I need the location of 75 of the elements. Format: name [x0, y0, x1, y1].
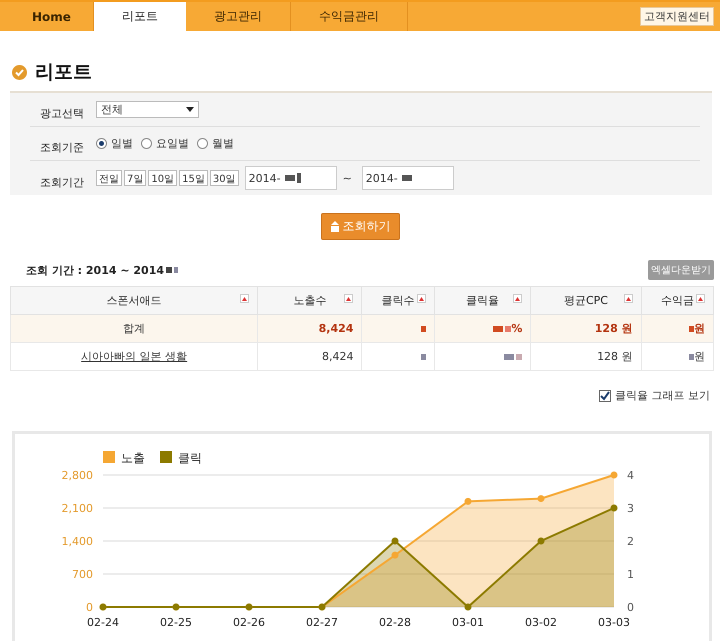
table-cell: 합계 [10, 314, 258, 342]
y-axis-label: 0 [86, 601, 93, 614]
radio-option[interactable]: 요일별 [141, 136, 189, 151]
date-field[interactable]: 2014- [244, 166, 337, 190]
upload-icon [330, 221, 340, 232]
data-point [610, 472, 618, 478]
ad-link[interactable]: 시아아빠의 일본 생활 [81, 350, 188, 363]
legend-label: 클릭 [178, 451, 202, 465]
sort-icon[interactable] [696, 294, 705, 303]
table-cell: 원 [641, 342, 714, 370]
ad-select[interactable]: 전체 [96, 101, 199, 118]
y-axis-label: 0 [627, 601, 634, 614]
date-field[interactable]: 2014- [362, 166, 454, 190]
check-icon [12, 64, 27, 80]
data-point [464, 604, 472, 610]
page-title: 리포트 [35, 60, 92, 85]
x-axis-label: 03-03 [598, 616, 630, 629]
x-axis-label: 03-02 [525, 616, 557, 629]
sort-icon[interactable] [240, 294, 250, 303]
table-cell: % [434, 314, 531, 342]
nav-tab[interactable]: 수익금관리 [290, 2, 408, 31]
table-cell: 128 원 [530, 314, 642, 342]
data-point [464, 498, 472, 505]
data-point [538, 538, 544, 544]
y-axis-label: 2,100 [62, 502, 93, 515]
table-cell: 8,424 [258, 314, 362, 342]
checkbox[interactable] [599, 390, 611, 402]
data-point [610, 504, 618, 512]
column-header[interactable]: 클릭율 [434, 286, 531, 314]
column-header[interactable]: 노출수 [258, 286, 362, 314]
period-preset-button[interactable]: 전일 [96, 170, 122, 186]
nav-tab[interactable]: 리포트 [94, 2, 186, 31]
sort-icon[interactable] [344, 294, 354, 303]
y-axis-label: 1 [627, 568, 634, 581]
x-axis-label: 02-26 [233, 616, 265, 629]
table-cell: 원 [641, 314, 714, 342]
y-axis-label: 2 [627, 535, 634, 548]
period-preset-button[interactable]: 7일 [124, 170, 146, 186]
data-point [538, 495, 544, 502]
x-axis-label: 02-27 [306, 616, 338, 629]
column-header[interactable]: 평균CPC [530, 286, 642, 314]
y-axis-label: 700 [72, 568, 93, 581]
checkbox-label: 클릭율 그래프 보기 [615, 388, 710, 403]
range-separator: ~ [342, 172, 352, 184]
x-axis-label: 02-24 [87, 616, 119, 629]
x-axis-label: 03-01 [452, 616, 484, 629]
radio-option[interactable]: 일별 [96, 136, 133, 151]
nav-tab[interactable]: 광고관리 [186, 2, 291, 31]
period-preset-button[interactable]: 15일 [179, 170, 208, 186]
y-axis-label: 1,400 [62, 535, 93, 548]
period-summary: 조회 기간 : 2014 ~ 2014 [26, 262, 164, 278]
period-preset-button[interactable]: 10일 [148, 170, 178, 186]
y-axis-label: 3 [627, 502, 634, 515]
field-label: 광고선택 [39, 106, 85, 121]
legend-label: 노출 [121, 451, 145, 465]
support-button[interactable]: 고객지원센터 [640, 7, 714, 26]
y-axis-label: 4 [627, 469, 634, 482]
x-axis-label: 02-25 [160, 616, 192, 629]
column-header[interactable]: 클릭수 [362, 286, 434, 314]
sort-icon[interactable] [624, 294, 633, 303]
radio-option[interactable]: 월별 [197, 136, 234, 151]
sort-icon[interactable] [416, 294, 426, 303]
column-header[interactable]: 스폰서애드 [10, 286, 258, 314]
data-point [392, 552, 398, 559]
data-point [392, 538, 398, 544]
column-header[interactable]: 수익금 [641, 286, 714, 314]
period-preset-button[interactable]: 30일 [210, 170, 239, 186]
field-label: 조회기준 [39, 140, 85, 155]
field-label: 조회기간 [39, 174, 85, 190]
sort-icon[interactable] [513, 294, 522, 303]
dropdown-arrow-icon [186, 107, 194, 112]
table-cell: 8,424 [258, 342, 362, 370]
y-axis-label: 2,800 [62, 469, 93, 482]
x-axis-label: 02-28 [379, 616, 411, 629]
table-cell: 128 원 [530, 342, 642, 370]
